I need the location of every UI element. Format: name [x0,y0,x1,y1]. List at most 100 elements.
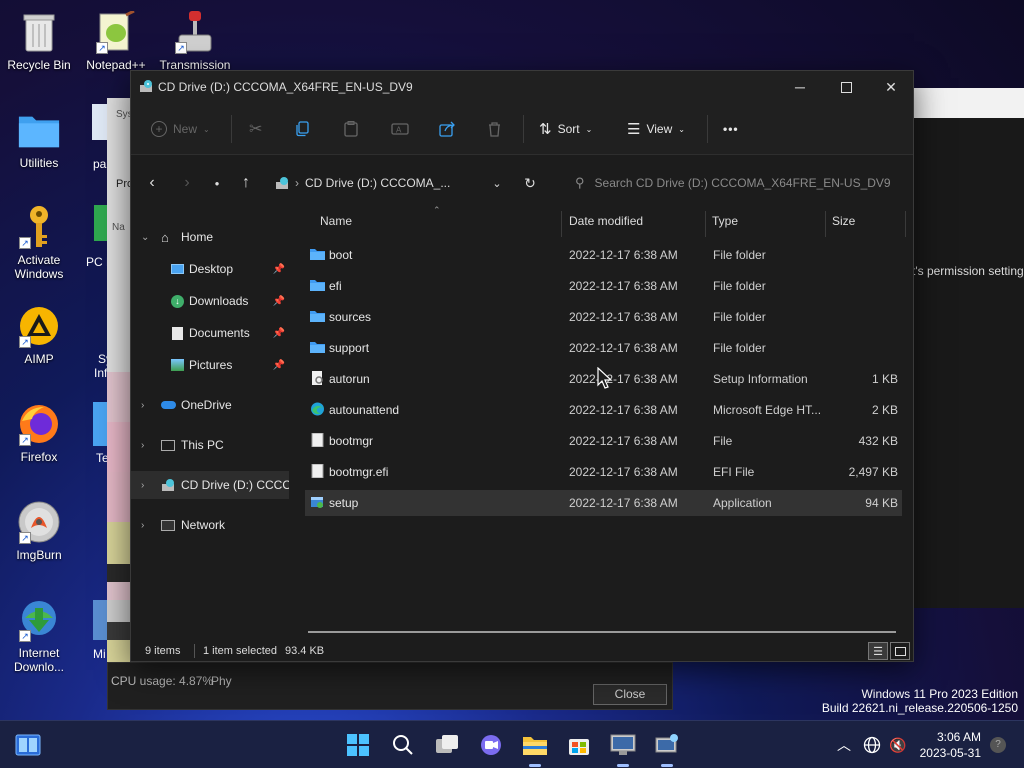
share-button[interactable] [439,117,456,141]
search-button[interactable] [389,731,417,759]
column-header-size[interactable]: Size [832,214,855,232]
store-button[interactable] [565,731,593,759]
separator [231,115,232,143]
address-dropdown-button[interactable]: ⌄ [486,173,508,193]
desktop-icon-label: Activate Windows [14,253,64,281]
close-button[interactable]: ✕ [868,71,914,103]
nav-this-pc[interactable]: › This PC [131,431,289,459]
nav-onedrive[interactable]: › OneDrive [131,391,289,419]
cut-button[interactable]: ✂ [249,117,262,141]
volume-button[interactable]: 🔇 [884,731,912,759]
widgets-button[interactable] [14,731,42,759]
tiles-view-button[interactable] [890,642,910,660]
desktop-icon-activate-windows[interactable]: ↗ Activate Windows [1,205,77,281]
file-row[interactable]: bootmgr 2022-12-17 6:38 AM File 432 KB [305,428,902,454]
desktop-icon-notepadpp[interactable]: ↗ Notepad++ [78,10,154,72]
status-separator [194,644,195,658]
desktop-icon-internet-download[interactable]: ↗ Internet Downlo... [1,598,77,674]
close-button[interactable]: Close [593,684,667,705]
pin-icon[interactable]: 📌 [273,296,285,307]
file-type: Application [713,496,772,510]
pin-icon[interactable]: 📌 [273,264,285,275]
paste-button[interactable] [343,117,359,141]
rename-button[interactable]: A [391,117,409,141]
folder-icon [310,311,325,322]
clock-time: 3:06 AM [936,730,981,744]
pictures-icon [171,359,184,371]
details-view-button[interactable]: ☰ [868,642,888,660]
file-row[interactable]: efi 2022-12-17 6:38 AM File folder [305,273,902,299]
title-bar[interactable]: CD Drive (D:) CCCOMA_X64FRE_EN-US_DV9 ─ … [131,71,913,103]
notification-button[interactable]: ? [984,731,1012,759]
horizontal-scrollbar[interactable] [308,631,896,633]
file-row[interactable]: autounattend 2022-12-17 6:38 AM Microsof… [305,397,902,423]
network-status-button[interactable] [858,731,886,759]
nav-label: Pictures [189,358,233,372]
nav-label: Home [181,230,214,244]
minimize-button[interactable]: ─ [777,71,823,103]
desktop-icon-transmission[interactable]: ↗ Transmission [157,10,233,72]
pin-icon[interactable]: 📌 [273,328,285,339]
file-date: 2022-12-17 6:38 AM [569,279,678,293]
task-view-button[interactable] [433,731,461,759]
column-separator[interactable] [561,211,562,237]
up-button[interactable]: ↑ [235,173,257,193]
app-button-monitor[interactable] [609,731,637,759]
column-separator[interactable] [905,211,906,237]
refresh-button[interactable]: ↻ [519,173,541,193]
search-box[interactable]: ⚲ Search CD Drive (D:) CCCOMA_X64FRE_EN-… [575,171,915,195]
search-icon: ⚲ [575,175,585,190]
nav-home[interactable]: ⌄ ⌂ Home [131,223,289,251]
more-options-button[interactable]: ••• [723,117,739,141]
home-icon: ⌂ [161,229,169,245]
maximize-button[interactable] [823,71,869,103]
column-header-date[interactable]: Date modified [569,214,643,232]
delete-button[interactable] [487,117,502,141]
file-row[interactable]: sources 2022-12-17 6:38 AM File folder [305,304,902,330]
column-header-type[interactable]: Type [712,214,738,232]
file-row[interactable]: boot 2022-12-17 6:38 AM File folder [305,242,902,268]
nav-desktop[interactable]: Desktop 📌 [131,255,289,283]
up-arrow-icon: ↑ [242,174,250,191]
nav-label: OneDrive [181,398,232,412]
app-button-network[interactable] [653,731,681,759]
clock-date: 2023-05-31 [919,746,981,760]
chevron-up-icon: ︿ [837,737,851,753]
cd-drive-icon [139,79,153,96]
new-button[interactable]: + New ⌄ [151,117,210,141]
desktop-icon-firefox[interactable]: ↗ Firefox [1,402,77,464]
start-button[interactable] [344,731,372,759]
transmission-icon: ↗ [173,10,217,54]
column-separator[interactable] [825,211,826,237]
desktop-icon-imgburn[interactable]: ↗ ImgBurn [1,500,77,562]
clock[interactable]: 3:06 AM 2023-05-31 [920,729,981,761]
desktop-icon-aimp[interactable]: ↗ AIMP [1,304,77,366]
file-name: sources [329,310,372,324]
show-hidden-icons-button[interactable]: ︿ [830,731,858,759]
pin-icon[interactable]: 📌 [273,360,285,371]
copy-button[interactable] [295,117,311,141]
view-button[interactable]: ☰ View ⌄ [627,117,685,141]
desktop-icon-utilities[interactable]: Utilities [1,108,77,170]
nav-pictures[interactable]: Pictures 📌 [131,351,289,379]
sort-button[interactable]: ⇅ Sort ⌄ [539,117,592,141]
desktop-icon-recycle-bin[interactable]: Recycle Bin [1,10,77,72]
back-button[interactable]: ‹ [141,173,163,193]
shortcut-arrow-icon: ↗ [19,434,31,446]
forward-button[interactable]: › [176,173,198,193]
chat-button[interactable] [477,731,505,759]
file-explorer-taskbar-button[interactable] [521,731,549,759]
nav-network[interactable]: › Network [131,511,289,539]
search-placeholder: Search CD Drive (D:) CCCOMA_X64FRE_EN-US… [594,176,891,190]
recent-locations-button[interactable]: ● [206,173,228,193]
file-row[interactable]: bootmgr.efi 2022-12-17 6:38 AM EFI File … [305,459,902,485]
column-header-name[interactable]: Name [320,214,352,232]
column-separator[interactable] [705,211,706,237]
nav-downloads[interactable]: ↓ Downloads 📌 [131,287,289,315]
selection-size: 93.4 KB [285,645,325,657]
file-type: Microsoft Edge HT... [713,403,822,417]
file-row[interactable]: support 2022-12-17 6:38 AM File folder [305,335,902,361]
file-row-selected[interactable]: setup 2022-12-17 6:38 AM Application 94 … [305,490,902,516]
nav-cd-drive[interactable]: › CD Drive (D:) CCCOMA_X64FRE_EN-US_DV9 [131,471,289,499]
nav-documents[interactable]: Documents 📌 [131,319,289,347]
